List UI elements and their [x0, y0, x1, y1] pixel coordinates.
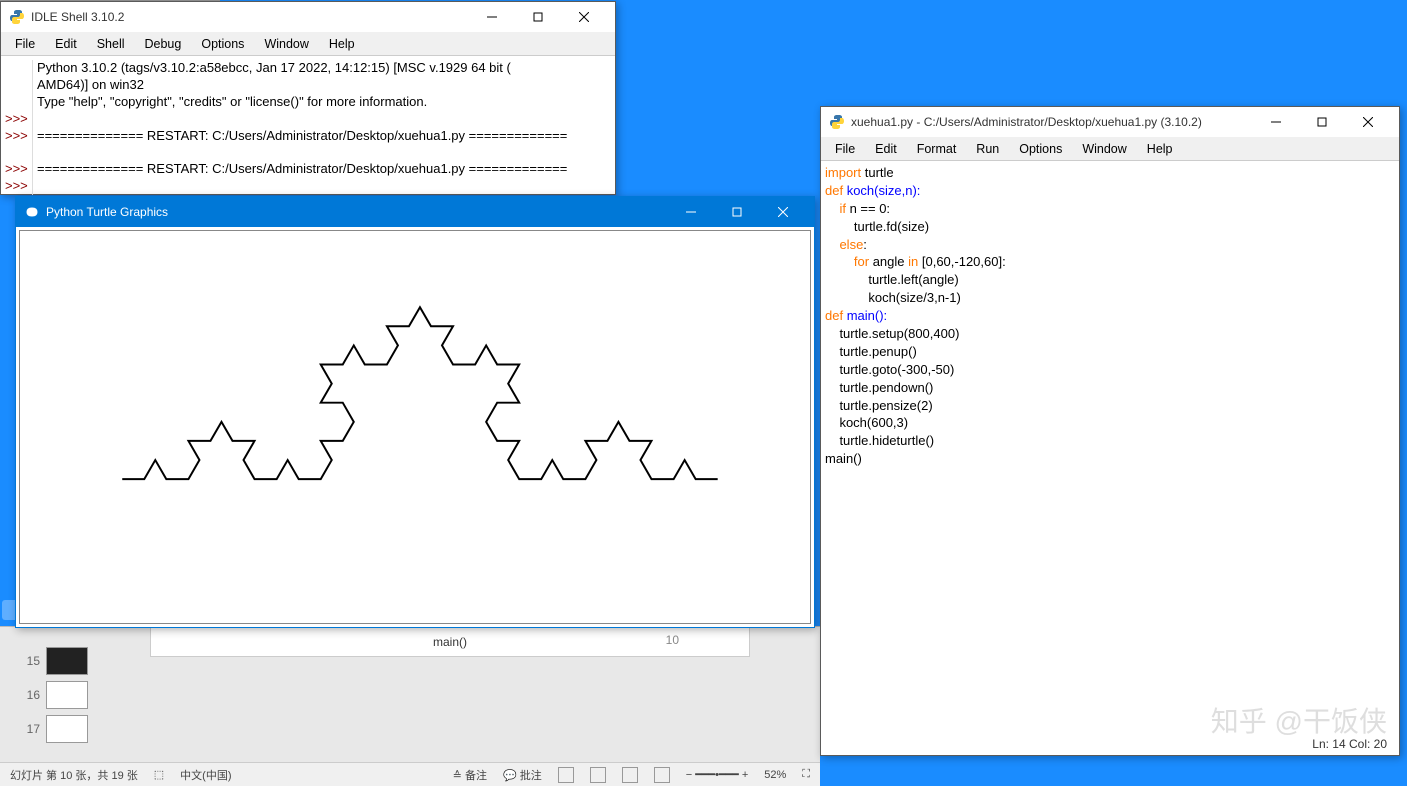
menu-window[interactable]: Window — [1072, 140, 1136, 158]
editor-window: xuehua1.py - C:/Users/Administrator/Desk… — [820, 106, 1400, 756]
minimize-button[interactable] — [1253, 107, 1299, 137]
menu-shell[interactable]: Shell — [87, 35, 135, 53]
slide-thumbnail[interactable]: 15 — [20, 647, 88, 675]
idle-titlebar[interactable]: IDLE Shell 3.10.2 — [1, 2, 615, 32]
fit-icon[interactable]: ⛶ — [802, 768, 810, 781]
menu-edit[interactable]: Edit — [45, 35, 87, 53]
comments-button[interactable]: 💬 批注 — [503, 767, 542, 783]
menu-help[interactable]: Help — [319, 35, 365, 53]
menu-help[interactable]: Help — [1137, 140, 1183, 158]
turtle-icon — [24, 204, 40, 220]
notes-button[interactable]: ≙ 备注 — [453, 767, 487, 783]
python-icon — [829, 114, 845, 130]
menu-options[interactable]: Options — [1009, 140, 1072, 158]
slide-thumbnail[interactable]: 16 — [20, 681, 88, 709]
slide-counter: 幻灯片 第 10 张，共 19 张 — [10, 767, 138, 783]
menu-file[interactable]: File — [825, 140, 865, 158]
ppt-statusbar: 幻灯片 第 10 张，共 19 张 ⬚ 中文(中国) ≙ 备注 💬 批注 − ━… — [0, 762, 820, 786]
menu-format[interactable]: Format — [907, 140, 967, 158]
slide-thumbnail[interactable]: 17 — [20, 715, 88, 743]
code-editor[interactable]: import turtle def koch(size,n): if n == … — [821, 161, 1399, 731]
turtle-titlebar[interactable]: Python Turtle Graphics — [16, 197, 814, 227]
maximize-button[interactable] — [1299, 107, 1345, 137]
idle-menubar: File Edit Shell Debug Options Window Hel… — [1, 32, 615, 56]
close-button[interactable] — [1345, 107, 1391, 137]
editor-titlebar[interactable]: xuehua1.py - C:/Users/Administrator/Desk… — [821, 107, 1399, 137]
window-title: Python Turtle Graphics — [46, 205, 668, 219]
menu-file[interactable]: File — [5, 35, 45, 53]
window-title: xuehua1.py - C:/Users/Administrator/Desk… — [851, 115, 1253, 129]
window-title: IDLE Shell 3.10.2 — [31, 10, 469, 24]
normal-view-icon[interactable] — [558, 767, 574, 783]
minimize-button[interactable] — [469, 2, 515, 32]
menu-options[interactable]: Options — [191, 35, 254, 53]
reading-view-icon[interactable] — [622, 767, 638, 783]
minimize-button[interactable] — [668, 197, 714, 227]
editor-menubar: File Edit Format Run Options Window Help — [821, 137, 1399, 161]
maximize-button[interactable] — [714, 197, 760, 227]
menu-edit[interactable]: Edit — [865, 140, 907, 158]
close-button[interactable] — [760, 197, 806, 227]
close-button[interactable] — [561, 2, 607, 32]
ppt-slide-content: main()10 — [150, 627, 750, 657]
language-label[interactable]: 中文(中国) — [180, 767, 231, 783]
turtle-window: Python Turtle Graphics — [15, 196, 815, 628]
slideshow-view-icon[interactable] — [654, 767, 670, 783]
menu-run[interactable]: Run — [966, 140, 1009, 158]
ppt-lower-area: main()10 15 16 17 幻灯片 第 10 张，共 19 张 ⬚ 中文… — [0, 626, 820, 786]
sorter-view-icon[interactable] — [590, 767, 606, 783]
zoom-label[interactable]: 52% — [764, 769, 786, 781]
idle-shell-window: IDLE Shell 3.10.2 File Edit Shell Debug … — [0, 1, 616, 195]
ppt-slide-panel: 15 16 17 — [20, 647, 88, 743]
shell-output[interactable]: >>> >>> >>> >>> Python 3.10.2 (tags/v3.1… — [1, 56, 615, 199]
turtle-canvas — [19, 230, 811, 624]
menu-window[interactable]: Window — [254, 35, 318, 53]
menu-debug[interactable]: Debug — [135, 35, 192, 53]
python-icon — [9, 9, 25, 25]
maximize-button[interactable] — [515, 2, 561, 32]
editor-statusbar: Ln: 14 Col: 20 — [1308, 733, 1391, 755]
